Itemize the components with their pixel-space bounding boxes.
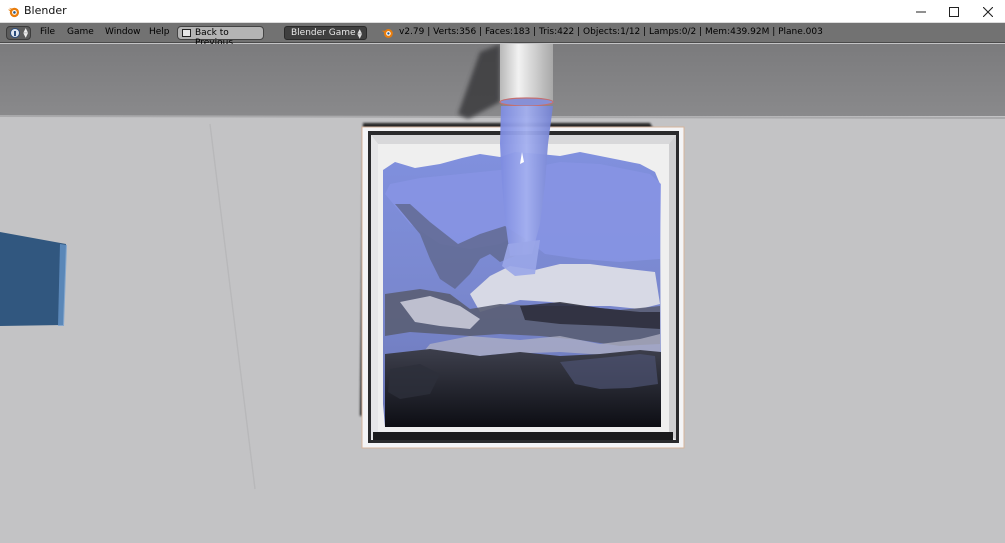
editor-type-button[interactable]: ▲ ▼	[6, 26, 31, 40]
glass-tank	[361, 106, 685, 449]
info-icon	[10, 28, 20, 38]
window-title: Blender	[24, 4, 67, 17]
render-engine-select[interactable]: Blender Game ▲ ▼	[284, 26, 367, 40]
close-button[interactable]	[971, 0, 1005, 23]
up-down-arrows-icon: ▲ ▼	[357, 28, 362, 40]
title-bar[interactable]: Blender	[0, 0, 1005, 23]
blender-logo-icon	[7, 7, 20, 18]
maximize-icon	[949, 6, 959, 17]
menu-window[interactable]: Window	[105, 27, 141, 37]
render-engine-value: Blender Game	[291, 28, 356, 38]
blue-block	[0, 232, 66, 326]
menu-file[interactable]: File	[40, 27, 55, 37]
maximize-button[interactable]	[937, 0, 971, 23]
menu-help[interactable]: Help	[149, 27, 170, 37]
water-pipe	[499, 44, 554, 107]
blender-window: Blender ▲ ▼ File Game Window Help Back to…	[0, 0, 1005, 543]
blender-logo-icon	[381, 29, 393, 38]
minimize-icon	[916, 11, 926, 12]
up-down-arrows-icon: ▲ ▼	[23, 27, 28, 39]
close-icon	[983, 6, 993, 17]
back-screen-icon	[182, 29, 191, 37]
minimize-button[interactable]	[904, 0, 938, 23]
menu-game[interactable]: Game	[67, 27, 94, 37]
3d-viewport[interactable]	[0, 44, 1005, 543]
game-render	[0, 44, 1005, 543]
scene-statistics: v2.79 | Verts:356 | Faces:183 | Tris:422…	[399, 27, 823, 37]
info-header: ▲ ▼ File Game Window Help Back to Previou…	[0, 23, 1005, 48]
back-to-previous-button[interactable]: Back to Previous	[177, 26, 264, 48]
